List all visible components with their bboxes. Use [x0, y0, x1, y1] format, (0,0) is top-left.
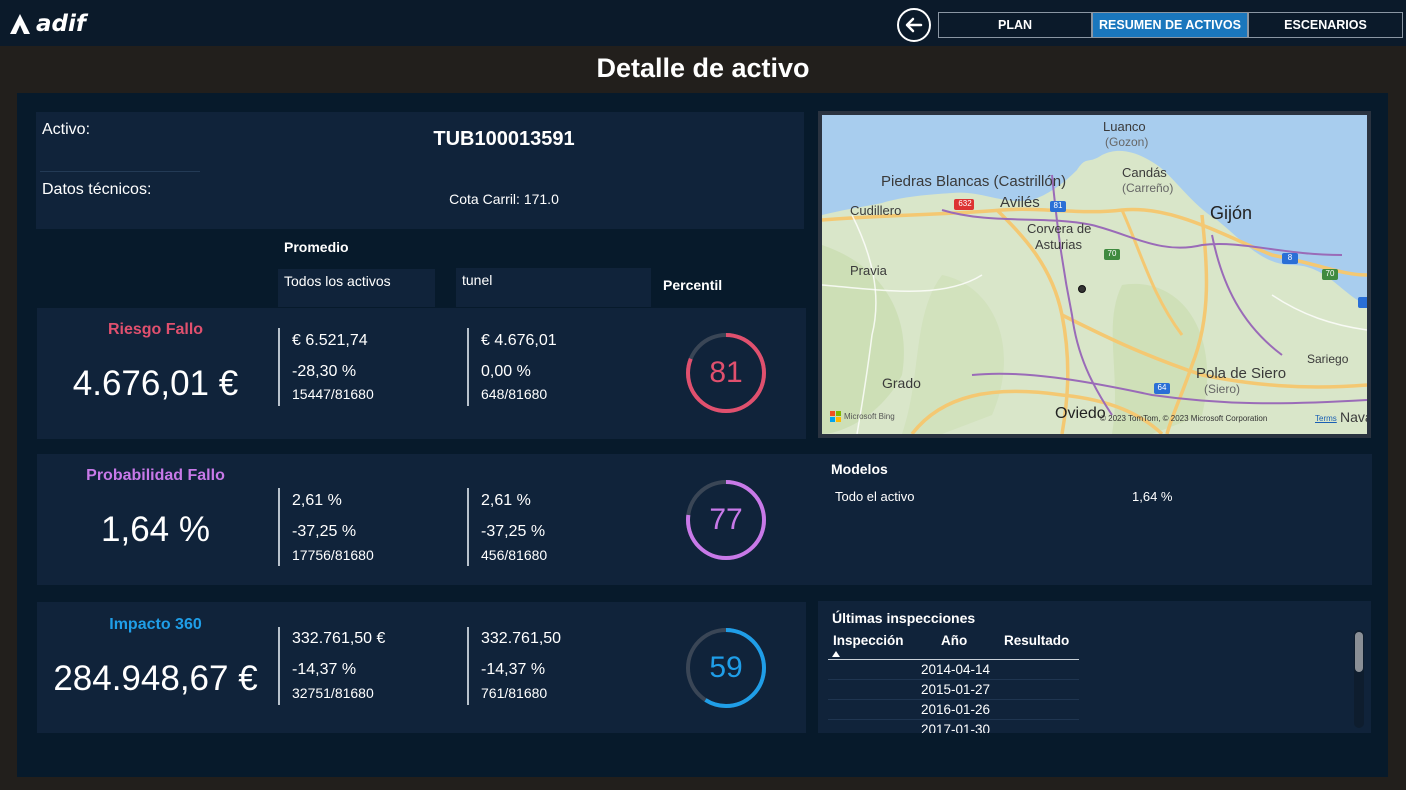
road-label: 70 [1107, 249, 1117, 258]
tunel-header: tunel [456, 268, 651, 307]
impacto-percentil-value: 59 [709, 651, 743, 684]
impacto-tunel-diff: -14,37 % [481, 661, 546, 678]
road-label: 632 [958, 199, 972, 208]
inspecciones-table-body[interactable]: 2014-04-14 2015-01-27 2016-01-26 2017-01… [828, 660, 1079, 733]
divider [278, 328, 280, 406]
promedio-header: Promedio [284, 239, 349, 255]
road-label: 64 [1157, 383, 1167, 392]
map-label-gijon: Gijón [1210, 203, 1253, 223]
map-label-cudillero: Cudillero [850, 203, 902, 218]
impacto-todos-diff: -14,37 % [292, 661, 357, 678]
impacto-todos-value: 332.761,50 € [292, 630, 386, 647]
activo-value: TUB100013591 [433, 128, 575, 150]
back-button[interactable] [897, 8, 931, 42]
col-inspeccion-header[interactable]: Inspección [833, 633, 904, 648]
table-row[interactable]: 2015-01-27 [828, 680, 1079, 700]
top-bar: adif PLAN RESUMEN DE ACTIVOS ESCENARIOS [0, 0, 1406, 46]
impacto-percentil-gauge: 59 [684, 626, 768, 710]
todos-activos-header: Todos los activos [278, 269, 435, 307]
riesgo-todos-value: € 6.521,74 [292, 332, 368, 349]
riesgo-tunel-rank: 648/81680 [481, 386, 548, 402]
probabilidad-tunel-value: 2,61 % [481, 492, 531, 509]
map-label-gozon: (Gozon) [1105, 135, 1149, 149]
arrow-left-icon [905, 17, 923, 33]
divider [467, 328, 469, 406]
map-label-carreno: (Carreño) [1122, 181, 1174, 195]
riesgo-tunel-diff: 0,00 % [481, 363, 531, 380]
modelos-row-value: 1,64 % [1132, 489, 1173, 504]
percentil-header: Percentil [663, 277, 723, 293]
activo-label: Activo: [42, 121, 91, 138]
col-ano-header[interactable]: Año [941, 633, 967, 648]
map-label-sariego: Sariego [1307, 352, 1349, 366]
probabilidad-tunel-rank: 456/81680 [481, 547, 548, 563]
sort-ascending-icon[interactable] [832, 651, 840, 657]
map-label-candas: Candás [1122, 165, 1167, 180]
impacto-tunel-rank: 761/81680 [481, 685, 548, 701]
map-label-oviedo: Oviedo [1055, 405, 1106, 422]
riesgo-todos-diff: -28,30 % [292, 363, 357, 380]
map-label-pola-de-siero: Pola de Siero [1196, 365, 1287, 382]
map-label-nava: Nava [1340, 409, 1367, 425]
divider [467, 488, 469, 566]
table-row[interactable]: 2016-01-26 [828, 700, 1079, 720]
road-label: 81 [1053, 201, 1063, 210]
asset-location-map[interactable]: 632 81 70 8 70 64 Luanco (Gozon) Candás … [818, 111, 1371, 438]
table-row[interactable]: 2017-01-30 [828, 720, 1079, 733]
riesgo-percentil-gauge: 81 [684, 331, 768, 415]
road-label: 70 [1325, 269, 1335, 278]
probabilidad-todos-value: 2,61 % [292, 492, 342, 509]
probabilidad-tunel-diff: -37,25 % [481, 523, 546, 540]
modelos-title: Modelos [831, 461, 888, 477]
map-label-corvera: Corvera de [1027, 221, 1092, 236]
nav-resumen-button[interactable]: RESUMEN DE ACTIVOS [1092, 12, 1248, 38]
map-label-aviles: Avilés [1000, 194, 1040, 211]
nav-escenarios-button[interactable]: ESCENARIOS [1248, 12, 1403, 38]
impacto-todos-rank: 32751/81680 [292, 685, 374, 701]
inspecciones-title: Últimas inspecciones [832, 610, 976, 626]
adif-logo: adif [6, 8, 101, 40]
riesgo-todos-rank: 15447/81680 [292, 386, 374, 402]
datos-tecnicos-value: Cota Carril: 171.0 [449, 191, 559, 207]
page-title: Detalle de activo [596, 53, 810, 83]
scrollbar-thumb[interactable] [1355, 632, 1363, 672]
map-label-siero: (Siero) [1204, 382, 1241, 396]
bing-logo-text: Microsoft Bing [844, 412, 895, 421]
probabilidad-todos-diff: -37,25 % [292, 523, 357, 540]
impacto-360-label: Impacto 360 [109, 616, 202, 633]
probabilidad-fallo-value: 1,64 % [101, 510, 210, 549]
col-resultado-header[interactable]: Resultado [1004, 633, 1069, 648]
divider [40, 171, 200, 172]
map-label-pravia: Pravia [850, 263, 887, 278]
nav-plan-button[interactable]: PLAN [938, 12, 1092, 38]
map-terms-link[interactable]: Terms [1315, 414, 1337, 423]
probabilidad-percentil-gauge: 77 [684, 478, 768, 562]
riesgo-percentil-value: 81 [709, 356, 743, 389]
map-attribution: © 2023 TomTom, © 2023 Microsoft Corporat… [1100, 414, 1268, 423]
datos-tecnicos-label: Datos técnicos: [42, 181, 152, 198]
divider [278, 627, 280, 705]
adif-logo-icon [10, 14, 30, 34]
riesgo-fallo-value: 4.676,01 € [72, 364, 239, 403]
probabilidad-fallo-label: Probabilidad Fallo [86, 467, 225, 484]
map-label-luanco: Luanco [1103, 119, 1146, 134]
map-label-piedras-blancas: Piedras Blancas (Castrillón) [881, 173, 1067, 190]
map-label-asturias: Asturias [1035, 237, 1082, 252]
map-canvas[interactable]: 632 81 70 8 70 64 Luanco (Gozon) Candás … [822, 115, 1367, 434]
riesgo-fallo-label: Riesgo Fallo [107, 321, 204, 338]
divider [467, 627, 469, 705]
table-row[interactable]: 2014-04-14 [828, 660, 1079, 680]
impacto-tunel-value: 332.761,50 [481, 630, 562, 647]
map-label-grado: Grado [882, 375, 921, 391]
impacto-360-value: 284.948,67 € [53, 659, 258, 698]
probabilidad-percentil-value: 77 [709, 503, 743, 536]
divider [278, 488, 280, 566]
logo-text: adif [36, 11, 86, 37]
probabilidad-todos-rank: 17756/81680 [292, 547, 374, 563]
modelos-row-name: Todo el activo [835, 489, 915, 504]
road-label: 8 [1287, 253, 1293, 262]
riesgo-tunel-value: € 4.676,01 [481, 332, 557, 349]
